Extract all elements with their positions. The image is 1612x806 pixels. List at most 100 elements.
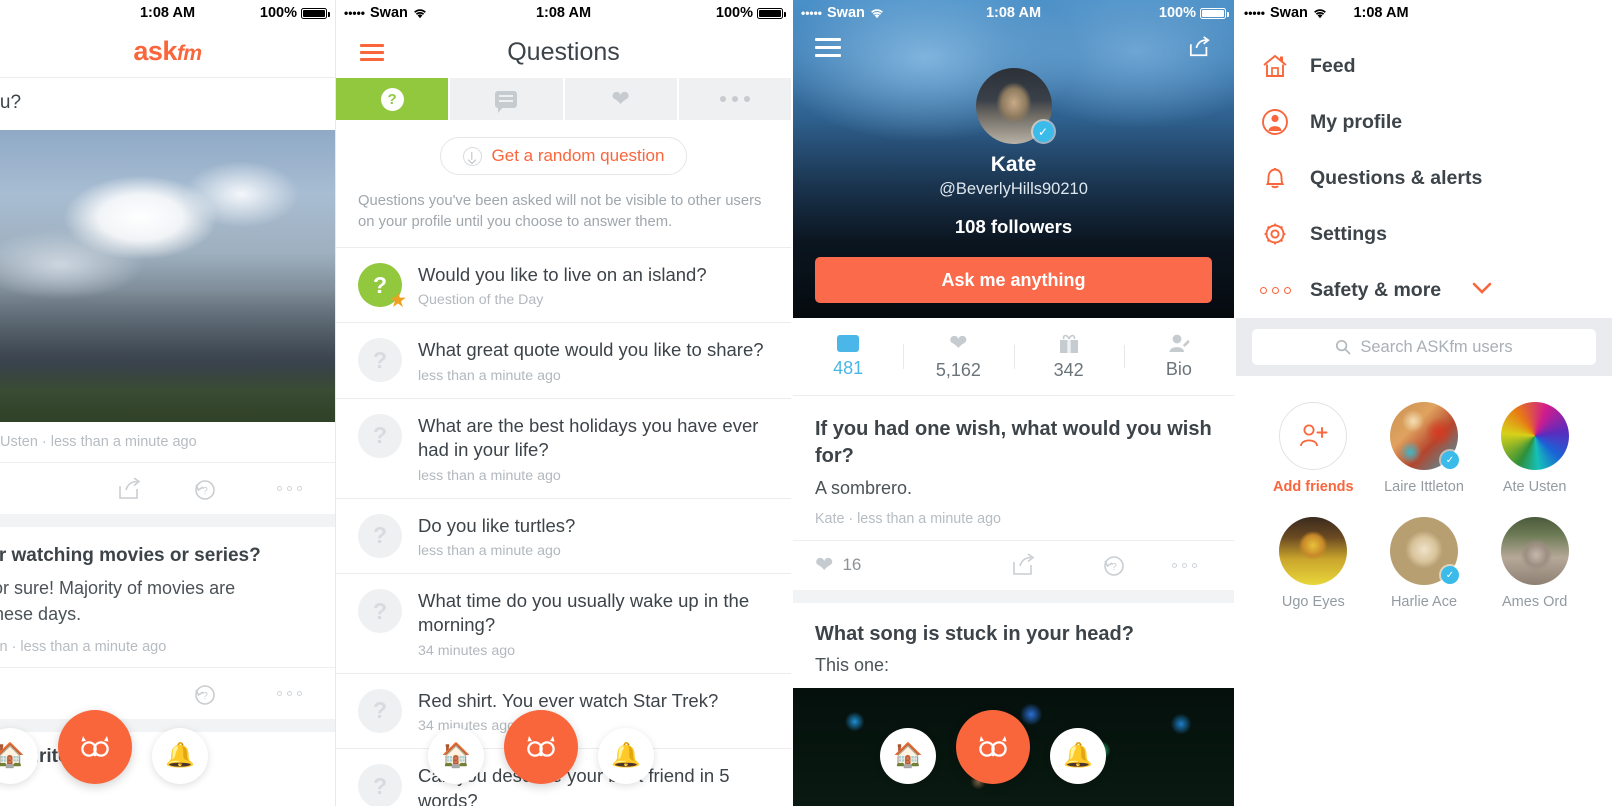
menu-item-safety-more[interactable]: Safety & more (1236, 262, 1612, 318)
friend-avatar: ✓ (1389, 402, 1459, 470)
question-avatar: ? (358, 413, 402, 458)
tab-more[interactable] (679, 78, 791, 120)
share-post-button[interactable] (976, 553, 1072, 577)
menu-item-feed[interactable]: Feed (1236, 38, 1612, 94)
page-title: Questions (507, 37, 620, 66)
stat-answers[interactable]: 481 (793, 334, 903, 379)
friend-item[interactable]: ✓ Harlie Ace (1369, 517, 1480, 610)
like-button[interactable]: ❤ 16 (815, 554, 861, 576)
screenshot-root: 1:08 AM 100% askfm e you? Usten · less t… (0, 0, 1612, 806)
menu-button-profile[interactable] (815, 37, 841, 57)
battery-icon-2 (757, 7, 786, 19)
question-avatar: ? (358, 589, 402, 634)
friend-name: Harlie Ace (1390, 594, 1458, 610)
question-row[interactable]: ? What great quote would you like to sha… (336, 323, 791, 399)
menu-item-questions-alerts[interactable]: Questions & alerts (1236, 150, 1612, 206)
stat-bio[interactable]: Bio (1123, 333, 1234, 380)
friend-item[interactable]: ✓ Laire Ittleton (1369, 402, 1480, 495)
stat-value: 481 (833, 357, 864, 378)
bell-icon: 🔔 (611, 742, 641, 769)
friend-item[interactable]: Ames Ord (1479, 517, 1590, 610)
alerts-button[interactable]: 🔔 (1050, 728, 1106, 784)
friend-item[interactable]: Ate Usten (1479, 402, 1590, 495)
battery-icon (301, 7, 330, 19)
qotd-avatar: ? ★ (358, 263, 406, 309)
verified-badge-icon: ✓ (1440, 566, 1459, 584)
ask-me-anything-button[interactable]: Ask me anything (815, 257, 1212, 303)
alerts-button[interactable]: 🔔 (598, 728, 654, 784)
more-button-2[interactable] (243, 691, 335, 697)
answer-again-button-1[interactable]: ? (168, 477, 244, 501)
feed-answer-line2: ng these days. (0, 604, 82, 625)
question-time: 34 minutes ago (418, 642, 516, 659)
ask-fab-button[interactable] (504, 710, 578, 784)
search-input[interactable]: Search ASKfm users (1252, 329, 1596, 365)
add-friends-button[interactable]: Add friends (1258, 402, 1369, 495)
question-row[interactable]: ? Do you like turtles? less than a minut… (336, 499, 791, 575)
more-button-1[interactable] (243, 486, 335, 491)
status-right-3: 100% (1014, 5, 1229, 21)
status-left-3: ••••• Swan (801, 5, 1014, 21)
reask-button[interactable]: ? (1072, 553, 1156, 577)
person-icon (1169, 334, 1190, 352)
status-bar-4: ••••• Swan 1:08 AM (1236, 0, 1612, 26)
profile-identity: ✓ Kate @BeverlyHills90210 108 followers (793, 68, 1234, 238)
status-right-2: 100% (564, 5, 786, 21)
askfm-owl-icon (979, 736, 1007, 757)
home-button[interactable]: 🏠 (428, 728, 484, 784)
alerts-button[interactable]: 🔔 (152, 728, 208, 784)
answer-again-button-2[interactable]: ? (168, 682, 244, 706)
get-random-question-button[interactable]: Get a random question (439, 137, 688, 175)
like-count: 16 (842, 555, 862, 575)
menu-label: My profile (1310, 110, 1403, 133)
download-arrow-icon (462, 146, 482, 166)
profile-handle: @BeverlyHills90210 (939, 180, 1088, 198)
stat-gifts[interactable]: 342 (1013, 333, 1124, 381)
question-row[interactable]: ? What are the best holidays you have ev… (336, 399, 791, 499)
tab-likes[interactable]: ❤ (565, 78, 679, 120)
menu-item-settings[interactable]: Settings (1236, 206, 1612, 262)
random-question-label: Get a random question (491, 146, 665, 165)
signal-dots: ••••• (344, 6, 366, 20)
svg-text:?: ? (1111, 562, 1117, 573)
wifi-icon (870, 8, 884, 19)
ask-fab-button[interactable] (58, 710, 132, 784)
tab-questions[interactable]: ? (336, 78, 451, 120)
heart-icon: ❤ (611, 86, 630, 111)
search-wrapper: Search ASKfm users (1236, 318, 1612, 376)
friend-name: Ugo Eyes (1281, 594, 1345, 610)
ask-fab-button[interactable] (956, 710, 1030, 784)
questions-hint: Questions you've been asked will not be … (336, 191, 791, 248)
chat-bubble-icon (837, 334, 860, 352)
question-text: What great quote would you like to share… (418, 339, 764, 361)
ellipsis-icon (276, 691, 302, 697)
home-button[interactable]: 🏠 (0, 728, 38, 784)
person-circle-icon (1260, 107, 1290, 137)
question-row[interactable]: ? ★ Would you like to live on an island? … (336, 248, 791, 324)
askfm-owl-icon (81, 736, 109, 757)
question-avatar: ? (358, 338, 402, 383)
question-text: Do you like turtles? (418, 514, 576, 536)
question-row[interactable]: ? What time do you usually wake up in th… (336, 574, 791, 674)
status-right: 100% (168, 5, 330, 21)
tab-answers[interactable] (450, 78, 565, 120)
friend-name: Ate Usten (1502, 479, 1567, 495)
question-text: Would you like to live on an island? (418, 264, 707, 285)
home-button[interactable]: 🏠 (880, 728, 936, 784)
menu-item-my-profile[interactable]: My profile (1236, 94, 1612, 150)
share-profile-button[interactable] (1188, 36, 1212, 58)
feed-header: askfm (0, 26, 335, 78)
reask-icon: ? (195, 479, 216, 500)
post-answer: A sombrero. (815, 477, 913, 498)
ellipsis-icon (1259, 275, 1291, 305)
questions-tabs: ? ❤ (336, 78, 791, 120)
question-time: less than a minute ago (418, 543, 561, 560)
friend-item[interactable]: Ugo Eyes (1258, 517, 1369, 610)
svg-text:?: ? (202, 691, 208, 702)
stat-likes[interactable]: ❤ 5,162 (903, 332, 1013, 381)
stat-value: 5,162 (935, 360, 981, 380)
post-more-button[interactable] (1156, 562, 1212, 568)
side-menu: Feed My profile Questions & alerts Setti… (1236, 26, 1612, 318)
share-button-1[interactable] (92, 476, 168, 501)
float-group-3: 🏠 🔔 (880, 710, 1106, 784)
